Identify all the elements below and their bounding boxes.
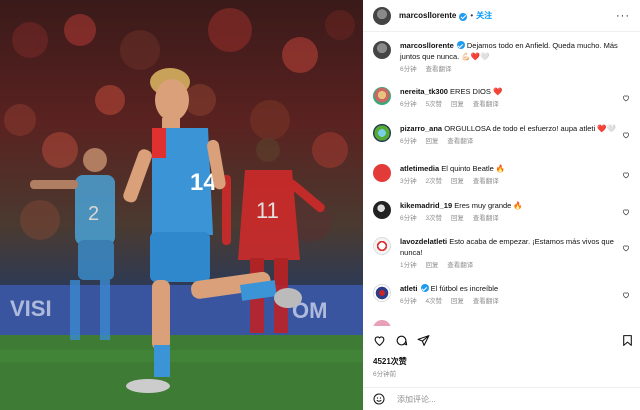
comment-text: ERES DIOS ❤️	[450, 87, 503, 96]
comment-username[interactable]: nereita_tk300	[400, 87, 448, 96]
like-heart-icon[interactable]	[622, 244, 630, 252]
comment-time: 1分钟	[400, 262, 417, 269]
comment-meta: 6分钟 回复 查看翻译	[400, 136, 622, 147]
avatar[interactable]	[373, 6, 391, 25]
caption-body: marcosllorente Dejamos todo en Anfield. …	[400, 40, 634, 75]
reply-button[interactable]: 回复	[451, 215, 464, 222]
comment-item: nereita_tk300 ERES DIOS ❤️ 6分钟 5次赞 回复 查看…	[373, 86, 634, 110]
comment-meta: 1分钟 回复 查看翻译	[400, 260, 622, 271]
comment-time: 3分钟	[400, 178, 417, 185]
comment-item: pizarro_ana ORGULLOSA de todo el esfuerz…	[373, 123, 634, 147]
comment-meta: 3分钟 2次赞 回复 查看翻译	[400, 176, 622, 187]
comment-input[interactable]	[397, 394, 597, 404]
comment-meta: 6分钟 3次赞 回复 查看翻译	[400, 213, 622, 224]
avatar[interactable]	[373, 164, 391, 182]
caption-username[interactable]: marcosllorente	[400, 41, 454, 50]
caption-meta: 6分钟 查看翻译	[400, 64, 622, 75]
caption-item: marcosllorente Dejamos todo en Anfield. …	[373, 40, 634, 75]
comment-username[interactable]: kikemadrid_19	[400, 201, 452, 210]
comment-text: El quinto Beatle 🔥	[441, 164, 506, 173]
comment-likes[interactable]: 3次赞	[425, 215, 442, 222]
photo-scene: VISI OM 2 11 14	[0, 8, 363, 410]
bookmark-icon[interactable]	[621, 334, 634, 347]
follow-button[interactable]: 关注	[476, 10, 492, 21]
avatar[interactable]	[373, 87, 391, 105]
comment-item: atletimedia El quinto Beatle 🔥 3分钟 2次赞 回…	[373, 163, 634, 187]
avatar[interactable]	[373, 320, 391, 326]
caption-time: 6分钟	[400, 66, 417, 73]
likes-count[interactable]: 4521次赞	[373, 356, 407, 367]
reply-button[interactable]: 回复	[425, 138, 438, 145]
like-heart-icon[interactable]	[373, 334, 386, 347]
post-photo: VISI OM 2 11 14	[0, 0, 363, 410]
add-comment-bar	[363, 387, 640, 410]
verified-icon	[456, 41, 465, 49]
svg-text:2: 2	[88, 203, 99, 225]
comment-time: 6分钟	[400, 298, 417, 305]
translate-link[interactable]: 查看翻译	[473, 101, 499, 108]
post-header: marcosllorente • 关注 ···	[363, 0, 640, 32]
like-heart-icon[interactable]	[622, 208, 630, 216]
comment-item: atleti El fútbol es increíble 6分钟 4次赞 回复…	[373, 283, 634, 307]
comment-text: El fútbol es increíble	[430, 284, 499, 293]
like-heart-icon[interactable]	[622, 291, 630, 299]
reply-button[interactable]: 回复	[451, 178, 464, 185]
comment-text: ORGULLOSA de todo el esfuerzo! aupa atle…	[444, 124, 616, 133]
comment-username[interactable]: lavozdelatleti	[400, 237, 447, 246]
comment-username[interactable]: pizarro_ana	[400, 124, 442, 133]
comment-body: kikemadrid_19 Eres muy grande 🔥 6分钟 3次赞 …	[400, 200, 634, 224]
comment-time: 6分钟	[400, 101, 417, 108]
comment-body: atletimedia El quinto Beatle 🔥 3分钟 2次赞 回…	[400, 163, 634, 187]
post-username[interactable]: marcosllorente	[399, 11, 456, 20]
comment-username[interactable]: atleti	[400, 284, 418, 293]
emoji-icon[interactable]	[373, 393, 385, 405]
svg-text:VISI: VISI	[10, 296, 52, 321]
post-side-panel: marcosllorente • 关注 ··· marcosllorente D…	[363, 0, 640, 410]
comment-item-partial	[373, 319, 634, 326]
separator-dot: •	[470, 11, 474, 20]
comment-body: lavozdelatleti Esto acaba de empezar. ¡E…	[400, 236, 634, 271]
comment-likes[interactable]: 2次赞	[425, 178, 442, 185]
comment-bubble-icon[interactable]	[395, 334, 408, 347]
translate-link[interactable]: 查看翻译	[447, 262, 473, 269]
comment-body: pizarro_ana ORGULLOSA de todo el esfuerz…	[400, 123, 634, 147]
comment-body: atleti El fútbol es increíble 6分钟 4次赞 回复…	[400, 283, 634, 307]
comment-text: Eres muy grande 🔥	[454, 201, 523, 210]
like-heart-icon[interactable]	[622, 131, 630, 139]
reply-button[interactable]: 回复	[451, 298, 464, 305]
verified-icon	[420, 284, 429, 292]
comment-meta: 6分钟 5次赞 回复 查看翻译	[400, 99, 622, 110]
post-time: 6分钟前	[373, 371, 397, 378]
like-heart-icon[interactable]	[622, 171, 630, 179]
comment-item: lavozdelatleti Esto acaba de empezar. ¡E…	[373, 236, 634, 271]
comment-username[interactable]: atletimedia	[400, 164, 439, 173]
translate-link[interactable]: 查看翻译	[447, 138, 473, 145]
svg-text:11: 11	[256, 198, 279, 223]
comment-time: 6分钟	[400, 138, 417, 145]
comment-item: kikemadrid_19 Eres muy grande 🔥 6分钟 3次赞 …	[373, 200, 634, 224]
avatar[interactable]	[373, 41, 391, 59]
like-heart-icon[interactable]	[622, 94, 630, 102]
translate-link[interactable]: 查看翻译	[473, 215, 499, 222]
comment-time: 6分钟	[400, 215, 417, 222]
avatar[interactable]	[373, 237, 391, 255]
post-action-bar	[373, 330, 634, 352]
more-options-icon[interactable]: ···	[616, 10, 630, 22]
reply-button[interactable]: 回复	[451, 101, 464, 108]
avatar[interactable]	[373, 201, 391, 219]
comment-meta: 6分钟 4次赞 回复 查看翻译	[400, 296, 622, 307]
translate-link[interactable]: 查看翻译	[473, 178, 499, 185]
comment-body: nereita_tk300 ERES DIOS ❤️ 6分钟 5次赞 回复 查看…	[400, 86, 634, 110]
avatar[interactable]	[373, 124, 391, 142]
comment-likes[interactable]: 4次赞	[425, 298, 442, 305]
comments-list[interactable]: marcosllorente Dejamos todo en Anfield. …	[363, 33, 640, 326]
verified-icon	[459, 12, 468, 21]
translate-link[interactable]: 查看翻译	[425, 66, 451, 73]
avatar[interactable]	[373, 284, 391, 302]
translate-link[interactable]: 查看翻译	[473, 298, 499, 305]
reply-button[interactable]: 回复	[425, 262, 438, 269]
share-send-icon[interactable]	[417, 334, 430, 347]
comment-likes[interactable]: 5次赞	[425, 101, 442, 108]
